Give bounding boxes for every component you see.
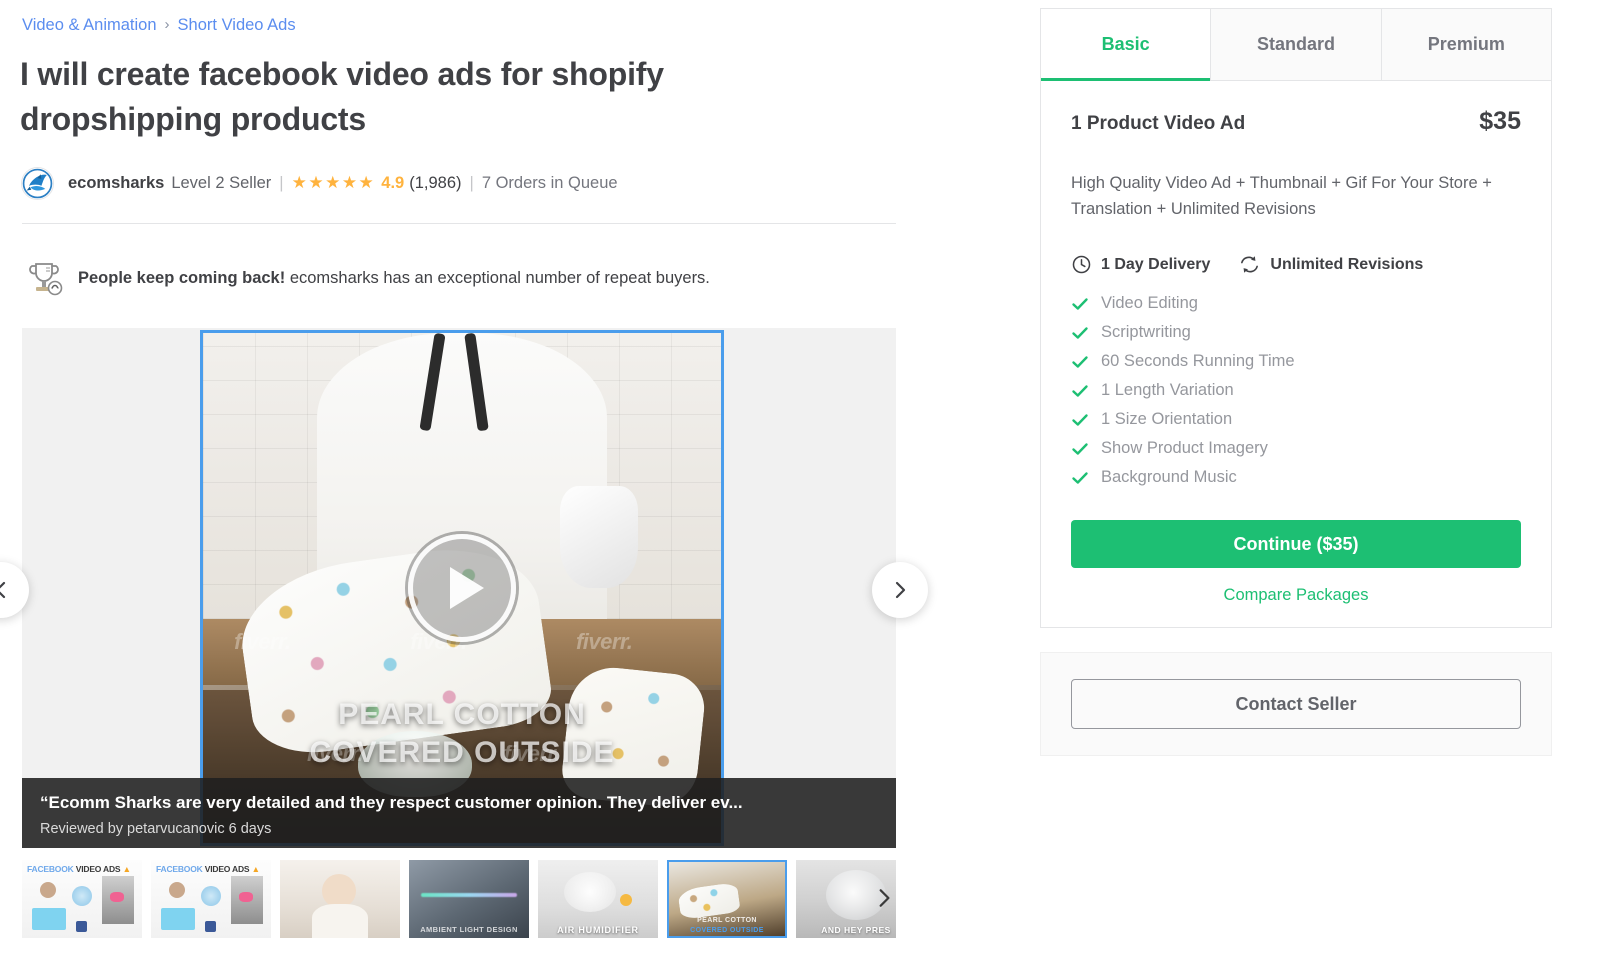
check-icon [1071, 469, 1089, 487]
feature-label: Scriptwriting [1101, 323, 1191, 341]
thumb-caption-line2: COVERED OUTSIDE [690, 927, 764, 934]
review-byline: Reviewed by petarvucanovic 6 days [40, 821, 272, 837]
gallery-slide[interactable]: fiverr. fiverr. fiverr. fiverr. fiverr. … [200, 330, 724, 846]
media-gallery: fiverr. fiverr. fiverr. fiverr. fiverr. … [22, 328, 896, 848]
play-icon[interactable] [408, 534, 516, 642]
thumb-header-text: VIDEO ADS [75, 864, 121, 874]
thumb-header-mark: ▲ [122, 864, 131, 874]
review-overlay[interactable]: “Ecomm Sharks are very detailed and they… [22, 778, 896, 848]
slide-caption-line1: PEARL COTTON [338, 697, 586, 731]
rating-value: 4.9 [381, 173, 405, 192]
chevron-right-icon[interactable] [872, 562, 928, 618]
repeat-buyers-banner: People keep coming back! ecomsharks has … [24, 258, 710, 298]
contact-seller-card: Contact Seller [1040, 652, 1552, 756]
tab-basic[interactable]: Basic [1041, 9, 1212, 81]
refresh-icon [1238, 254, 1261, 275]
feature-label: 1 Size Orientation [1101, 410, 1233, 428]
thumb-dark-light-device[interactable]: AMBIENT LIGHT DESIGN [409, 860, 529, 938]
feature-item: 1 Size Orientation [1071, 405, 1521, 434]
package-card: Basic Standard Premium 1 Product Video A… [1040, 8, 1552, 628]
slide-caption: PEARL COTTON COVERED OUTSIDE [203, 696, 721, 772]
breadcrumb-item-subcategory[interactable]: Short Video Ads [178, 16, 296, 34]
breadcrumb-separator-icon: › [164, 16, 170, 33]
package-meta: 1 Day Delivery Unlimited Revisions [1071, 254, 1521, 275]
delivery-label: 1 Day Delivery [1101, 255, 1211, 273]
thumb-header-text: VIDEO ADS [204, 864, 250, 874]
seller-name[interactable]: ecomsharks [68, 174, 164, 193]
package-header: 1 Product Video Ad $35 [1071, 107, 1521, 136]
orders-in-queue: 7 Orders in Queue [481, 173, 618, 192]
repeat-buyers-body: ecomsharks has an exceptional number of … [289, 269, 710, 287]
seller-info-row: ecomsharks Level 2 Seller | ★★★★★ 4.9 (1… [21, 166, 618, 200]
thumb-facebook-video-ads-2[interactable]: FACEBOOK VIDEO ADS ▲ [151, 860, 271, 938]
thumb-header-brand: FACEBOOK [156, 864, 203, 874]
shark-avatar-icon[interactable] [21, 166, 54, 200]
thumb-pearl-cotton[interactable]: PEARL COTTON COVERED OUTSIDE [667, 860, 787, 938]
check-icon [1071, 440, 1089, 458]
separator: | [279, 173, 284, 192]
reviews-count: (1,986) [409, 173, 462, 192]
watermark: fiverr. [575, 628, 633, 654]
clock-icon [1071, 254, 1092, 275]
package-name: 1 Product Video Ad [1071, 113, 1246, 134]
feature-item: Show Product Imagery [1071, 434, 1521, 463]
feature-label: Background Music [1101, 468, 1237, 486]
breadcrumb: Video & Animation › Short Video Ads [22, 14, 296, 36]
separator: | [469, 173, 474, 192]
feature-item: Video Editing [1071, 289, 1521, 318]
thumb-air-humidifier[interactable]: AIR HUMIDIFIER [538, 860, 658, 938]
continue-button[interactable]: Continue ($35) [1071, 520, 1521, 568]
feature-label: Video Editing [1101, 294, 1198, 312]
gig-main-column: Video & Animation › Short Video Ads I will… [0, 0, 940, 965]
check-icon [1071, 295, 1089, 313]
revisions-label: Unlimited Revisions [1270, 255, 1424, 273]
thumb-baby[interactable] [280, 860, 400, 938]
section-divider [22, 223, 896, 224]
repeat-buyers-text: People keep coming back! ecomsharks has … [78, 267, 710, 289]
review-quote: “Ecomm Sharks are very detailed and they… [40, 793, 743, 812]
order-sidebar: Basic Standard Premium 1 Product Video A… [1040, 8, 1552, 756]
feature-label: Show Product Imagery [1101, 439, 1268, 457]
seller-level: Level 2 Seller [171, 173, 272, 192]
feature-item: Background Music [1071, 463, 1521, 492]
thumb-caption: AIR HUMIDIFIER [557, 925, 639, 935]
rating-stars-icon: ★★★★★ [291, 173, 376, 192]
thumb-caption: AMBIENT LIGHT DESIGN [420, 925, 518, 934]
feature-list: Video Editing Scriptwriting 60 Seconds R… [1071, 289, 1521, 492]
feature-item: 60 Seconds Running Time [1071, 347, 1521, 376]
watermark: fiverr. [234, 628, 291, 654]
check-icon [1071, 353, 1089, 371]
delivery-time: 1 Day Delivery [1071, 254, 1210, 275]
repeat-buyers-headline: People keep coming back! [78, 269, 286, 287]
slide-caption-line2: COVERED OUTSIDE [309, 735, 615, 769]
package-tabs: Basic Standard Premium [1041, 9, 1551, 81]
compare-packages-link[interactable]: Compare Packages [1071, 586, 1521, 605]
revisions-info: Unlimited Revisions [1238, 254, 1423, 275]
package-description: High Quality Video Ad + Thumbnail + Gif … [1071, 174, 1492, 218]
feature-item: Scriptwriting [1071, 318, 1521, 347]
feature-label: 1 Length Variation [1101, 381, 1234, 399]
tab-standard[interactable]: Standard [1211, 9, 1382, 80]
feature-item: 1 Length Variation [1071, 376, 1521, 405]
contact-seller-button[interactable]: Contact Seller [1071, 679, 1521, 729]
tab-premium[interactable]: Premium [1381, 9, 1551, 80]
feature-label: 60 Seconds Running Time [1101, 352, 1295, 370]
thumbnail-strip[interactable]: FACEBOOK VIDEO ADS ▲ FACEBOOK VIDEO ADS … [22, 860, 896, 938]
check-icon [1071, 324, 1089, 342]
check-icon [1071, 382, 1089, 400]
thumb-caption: AND HEY PRES [821, 925, 891, 935]
thumbnails-next-icon[interactable] [866, 880, 902, 916]
package-body: 1 Product Video Ad $35 High Quality Vide… [1041, 81, 1551, 627]
thumb-header-brand: FACEBOOK [27, 864, 74, 874]
thumb-header-mark: ▲ [251, 864, 260, 874]
thumb-facebook-video-ads-1[interactable]: FACEBOOK VIDEO ADS ▲ [22, 860, 142, 938]
trophy-repeat-icon [24, 259, 64, 297]
check-icon [1071, 411, 1089, 429]
breadcrumb-item-category[interactable]: Video & Animation [22, 16, 157, 34]
page-title: I will create facebook video ads for sho… [20, 56, 664, 137]
package-price: $35 [1479, 107, 1521, 135]
thumb-caption-line1: PEARL COTTON [697, 917, 757, 924]
